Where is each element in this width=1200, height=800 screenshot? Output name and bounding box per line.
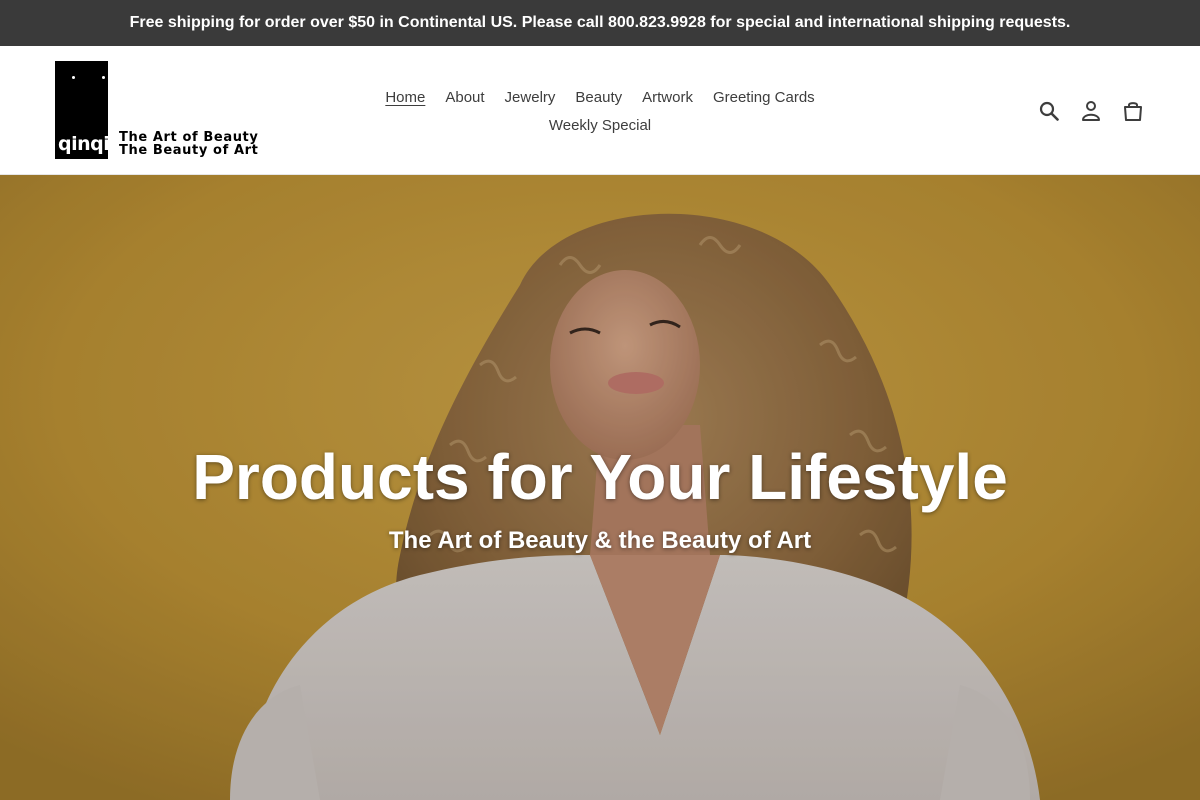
nav-item-artwork[interactable]: Artwork <box>642 84 693 112</box>
nav-item-weekly-special[interactable]: Weekly Special <box>549 112 651 140</box>
nav-item-about[interactable]: About <box>445 84 484 112</box>
nav-item-beauty[interactable]: Beauty <box>575 84 622 112</box>
site-logo[interactable]: qinqi The Art of Beauty The Beauty of Ar… <box>55 61 258 159</box>
account-icon[interactable] <box>1079 99 1103 123</box>
search-icon[interactable] <box>1037 99 1061 123</box>
logo-mark-text: qinqi <box>58 133 110 155</box>
hero-title: Products for Your Lifestyle <box>192 441 1008 513</box>
nav-item-home[interactable]: Home <box>385 84 425 112</box>
announcement-text: Free shipping for order over $50 in Cont… <box>129 14 1071 31</box>
logo-tagline-line-2: The Beauty of Art <box>119 143 259 158</box>
logo-mark: qinqi <box>55 61 110 159</box>
cart-icon[interactable] <box>1121 99 1145 123</box>
header-icons <box>1037 99 1145 123</box>
logo-tagline: The Art of Beauty The Beauty of Art <box>119 131 258 157</box>
nav-item-greeting-cards[interactable]: Greeting Cards <box>713 84 815 112</box>
site-header: qinqi The Art of Beauty The Beauty of Ar… <box>0 46 1200 175</box>
announcement-bar: Free shipping for order over $50 in Cont… <box>0 0 1200 46</box>
main-navigation: Home About Jewelry Beauty Artwork Greeting Ca… <box>330 84 870 140</box>
hero-subtitle: The Art of Beauty & the Beauty of Art <box>388 527 812 554</box>
hero-banner: Products for Your Lifestyle The Art of B… <box>0 175 1200 800</box>
nav-item-jewelry[interactable]: Jewelry <box>505 84 556 112</box>
